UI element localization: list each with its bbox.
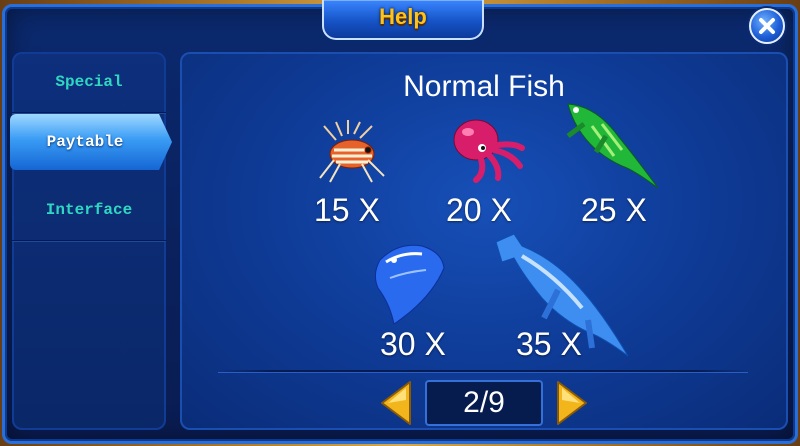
multiplier-label: 30 X: [380, 326, 446, 362]
octopus-icon: [453, 119, 525, 183]
title-tab: Help: [322, 0, 484, 40]
sidebar-item-paytable[interactable]: Paytable: [10, 114, 172, 170]
close-icon: [759, 18, 775, 34]
paytable-panel: [180, 52, 788, 430]
dialog-title: Help: [379, 4, 427, 29]
sidebar: Special Interface: [12, 52, 166, 430]
sidebar-item-interface[interactable]: Interface: [12, 180, 166, 241]
green-fish-icon: [566, 103, 659, 189]
sidebar-item-special[interactable]: Special: [12, 52, 166, 113]
page-indicator: 2/9: [425, 380, 543, 426]
close-button[interactable]: [749, 8, 785, 44]
manta-ray-icon: [374, 244, 445, 325]
multiplier-label: 25 X: [581, 192, 647, 228]
multiplier-label: 15 X: [314, 192, 380, 228]
divider: [218, 370, 748, 372]
multiplier-label: 20 X: [446, 192, 512, 228]
sidebar-item-label: Interface: [45, 201, 133, 219]
multiplier-label: 35 X: [516, 326, 582, 362]
sidebar-item-label: Paytable: [46, 133, 124, 151]
arrow-left-icon[interactable]: [378, 380, 412, 426]
lionfish-icon: [319, 120, 385, 183]
sidebar-item-label: Special: [55, 73, 123, 91]
arrow-right-icon[interactable]: [556, 380, 590, 426]
section-title: Normal Fish: [403, 70, 565, 103]
